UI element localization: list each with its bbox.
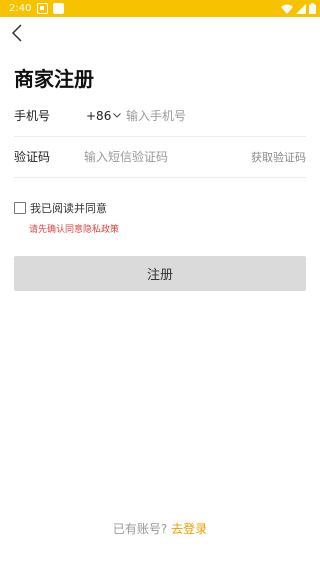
back-chevron-icon <box>11 24 22 42</box>
agreement-checkbox[interactable] <box>14 202 26 214</box>
chevron-down-icon <box>113 113 122 118</box>
phone-label: 手机号 <box>14 109 51 123</box>
login-link[interactable]: 去登录 <box>171 522 207 536</box>
agreement-label: 我已阅读并同意 <box>30 202 107 215</box>
agreement-warning: 请先确认同意隐私政策 <box>29 225 120 235</box>
sms-code-input[interactable] <box>84 144 234 169</box>
back-button[interactable] <box>6 22 28 44</box>
agreement-row[interactable]: 我已阅读并同意 <box>14 200 107 216</box>
code-label: 验证码 <box>14 150 51 164</box>
country-code-select[interactable]: +86 <box>86 109 126 123</box>
battery-icon <box>309 3 316 14</box>
footer: 已有账号? 去登录 <box>0 521 320 537</box>
code-row: 验证码 获取验证码 <box>14 136 306 178</box>
status-bar: 2:40 <box>0 0 320 17</box>
phone-row: 手机号 +86 <box>14 95 306 137</box>
footer-prompt: 已有账号? <box>112 522 168 536</box>
page-title: 商家注册 <box>14 67 94 91</box>
notification-icon <box>37 3 48 14</box>
country-code-value: +86 <box>86 108 112 123</box>
notification-icon <box>53 3 64 14</box>
get-code-button[interactable]: 获取验证码 <box>251 149 306 165</box>
wifi-icon <box>281 4 293 14</box>
register-button[interactable]: 注册 <box>14 256 306 291</box>
phone-input[interactable] <box>126 103 296 128</box>
signal-icon <box>296 3 306 14</box>
status-icons <box>281 2 316 15</box>
status-time: 2:40 <box>9 3 32 14</box>
